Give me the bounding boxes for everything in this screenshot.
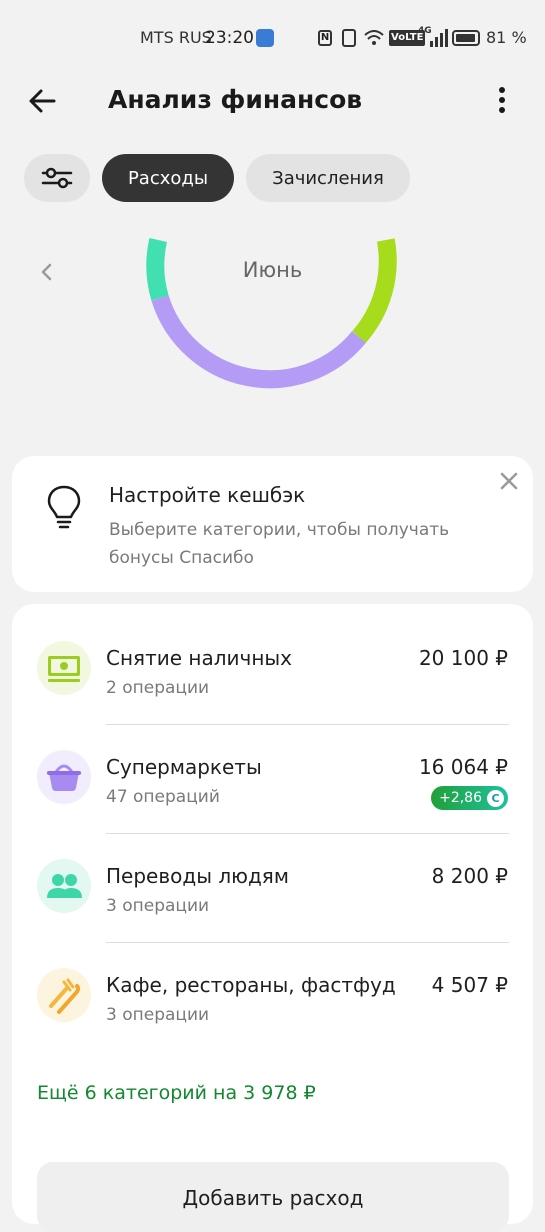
cashback-title: Настройте кешбэк [109, 483, 306, 507]
donut-segment-supermarkets [151, 295, 366, 389]
more-categories-link[interactable]: Ещё 6 категорий на 3 978 ₽ [37, 1082, 316, 1104]
cashback-subtitle: Выберите категории, чтобы получать бонус… [109, 520, 450, 568]
status-bar: MTS RUS 23:20 N VoLTE 4G 81 % [0, 0, 545, 76]
category-count: 47 операций [106, 787, 220, 807]
filter-button[interactable] [24, 154, 90, 202]
expenses-donut-chart[interactable] [130, 200, 415, 400]
divider [106, 833, 509, 834]
category-amount: 4 507 ₽ [431, 973, 508, 997]
category-name: Переводы людям [106, 864, 289, 888]
nfc-icon: N [318, 30, 332, 46]
donut-segment-cash [352, 238, 397, 343]
signal-icon [430, 29, 448, 47]
category-name: Супермаркеты [106, 755, 262, 779]
cutlery-icon [37, 968, 91, 1022]
wifi-icon [364, 30, 384, 45]
battery-percent: 81 % [486, 28, 527, 47]
add-expense-button[interactable]: Добавить расход [37, 1162, 509, 1232]
category-amount: 8 200 ₽ [431, 864, 508, 888]
divider [106, 724, 509, 725]
chevron-left-icon[interactable] [38, 262, 56, 282]
close-icon[interactable] [498, 470, 520, 492]
carrier-label: MTS RUS [140, 28, 212, 47]
tab-income[interactable]: Зачисления [246, 154, 410, 202]
category-name: Снятие наличных [106, 646, 293, 670]
people-icon [37, 859, 91, 913]
lightbulb-icon [47, 485, 81, 529]
spasibo-coin-icon: С [487, 789, 504, 807]
filter-sliders-icon [41, 167, 73, 189]
cash-icon [37, 641, 91, 695]
back-arrow-icon[interactable] [26, 84, 60, 118]
category-amount: 16 064 ₽ [418, 755, 508, 779]
divider [106, 942, 509, 943]
chart-month-label: Июнь [242, 258, 303, 282]
clock: 23:20 [205, 28, 254, 48]
vibrate-icon [342, 29, 356, 47]
category-count: 2 операции [106, 678, 210, 698]
category-amount: 20 100 ₽ [418, 646, 508, 670]
cashback-bonus-badge: +2,86 С [431, 786, 508, 810]
more-options-icon[interactable] [490, 84, 514, 116]
donut-segment-transfers [146, 238, 169, 301]
category-count: 3 операции [106, 896, 210, 916]
basket-icon [37, 750, 91, 804]
page-title: Анализ финансов [108, 85, 363, 114]
app-notification-icon [256, 29, 274, 47]
category-name: Кафе, рестораны, фастфуд [106, 973, 396, 997]
category-count: 3 операции [106, 1005, 210, 1025]
battery-icon [452, 30, 480, 46]
add-expense-label: Добавить расход [182, 1186, 364, 1210]
tab-expenses[interactable]: Расходы [102, 154, 234, 202]
bonus-amount: +2,86 [439, 790, 482, 806]
